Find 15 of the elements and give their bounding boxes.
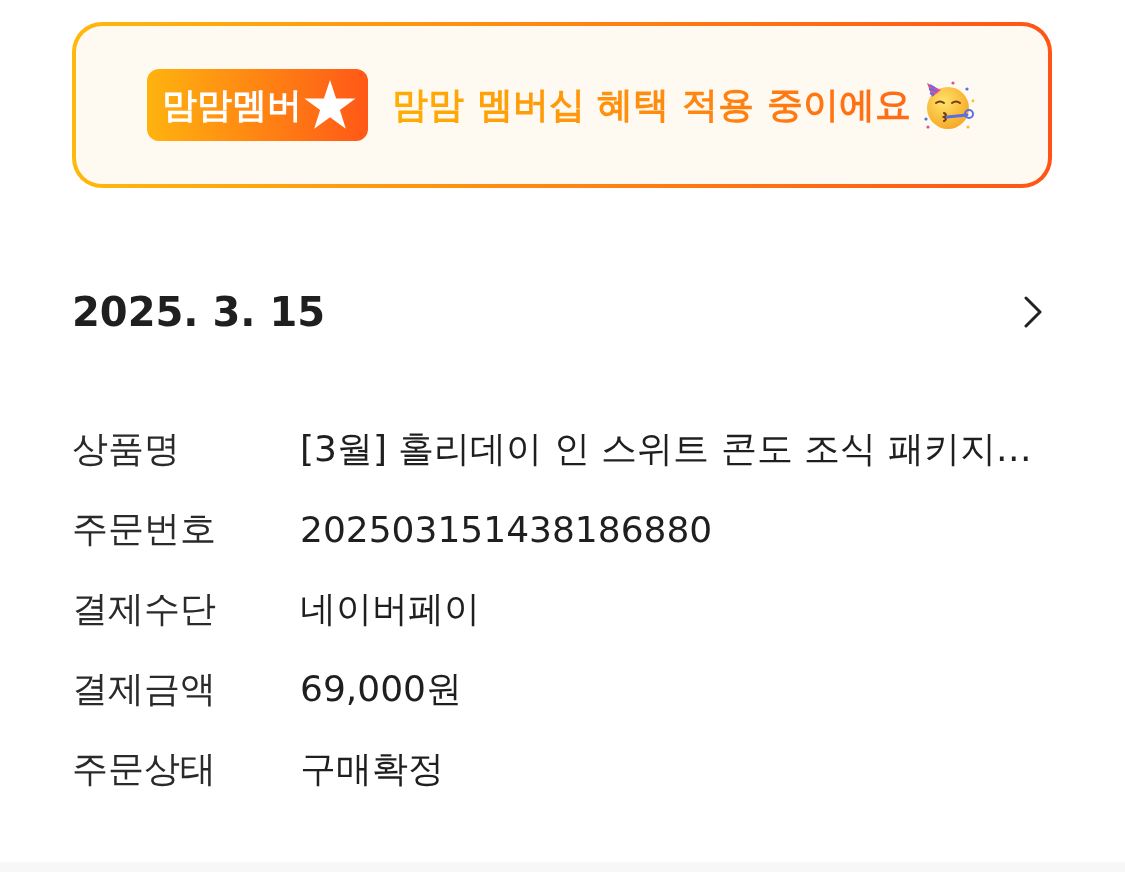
- detail-label: 주문번호: [72, 506, 217, 551]
- detail-value: 69,000원: [300, 666, 462, 711]
- detail-label: 결제금액: [72, 666, 217, 711]
- member-badge-text: 맘맘멤버: [162, 84, 303, 127]
- detail-label: 주문상태: [72, 746, 217, 791]
- chevron-right-icon[interactable]: [1024, 296, 1042, 328]
- party-face-icon: [922, 79, 977, 131]
- detail-value: 202503151438186880: [300, 508, 713, 550]
- star-icon: [304, 80, 357, 130]
- detail-label: 결제수단: [72, 586, 217, 631]
- detail-value: [3월] 홀리데이 인 스위트 콘도 조식 패키지…: [300, 426, 1032, 471]
- order-date: 2025. 3. 15: [72, 288, 326, 336]
- detail-value: 구매확정: [300, 746, 444, 791]
- detail-value: 네이버페이: [300, 586, 480, 631]
- detail-label: 상품명: [72, 426, 181, 471]
